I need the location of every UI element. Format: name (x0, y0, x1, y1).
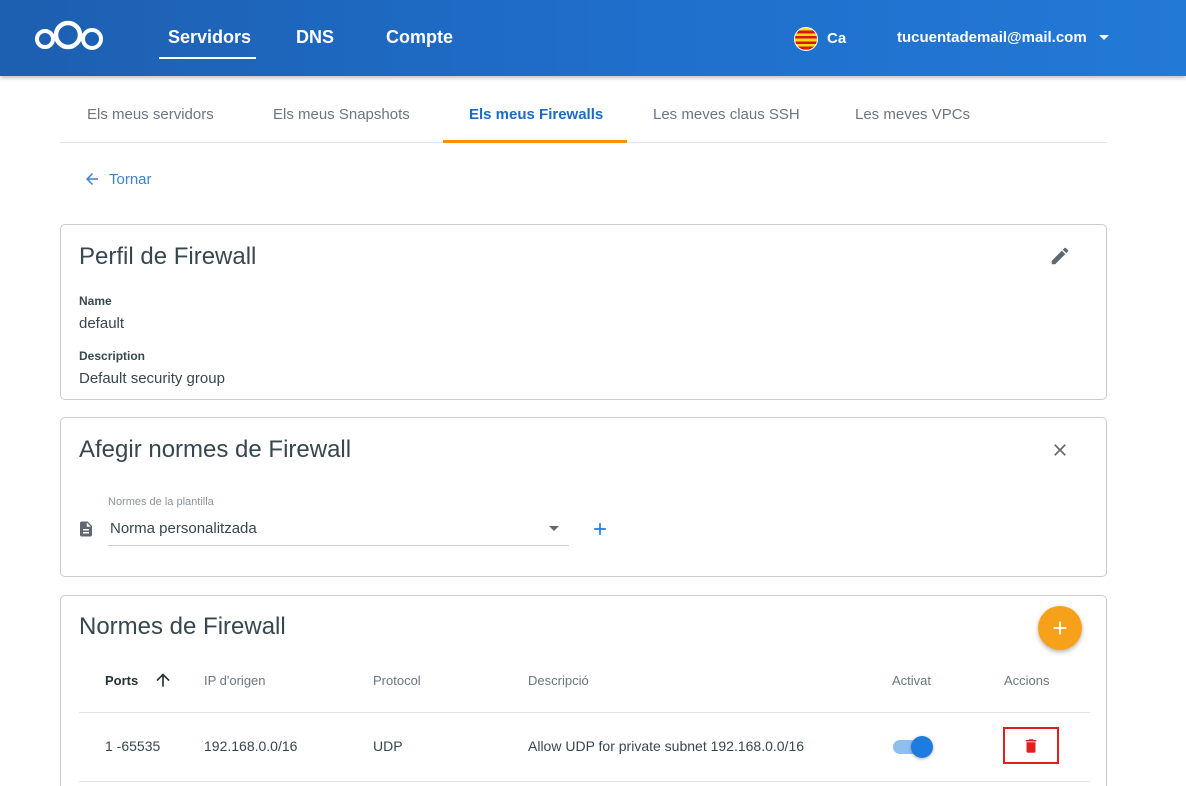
back-label: Tornar (109, 170, 152, 188)
user-menu[interactable]: tucuentademail@mail.com (897, 29, 1087, 46)
add-rule-button[interactable] (1038, 606, 1082, 650)
toggle-knob (911, 736, 933, 758)
pencil-icon[interactable] (1049, 245, 1071, 267)
nav-servidors[interactable]: Servidors (168, 27, 251, 48)
top-navbar: Servidors DNS Compte Ca tucuentademail@m… (0, 0, 1186, 76)
rules-title: Normes de Firewall (79, 613, 286, 640)
firewall-profile-card: Perfil de Firewall Name default Descript… (60, 224, 1107, 400)
plus-icon[interactable] (590, 519, 610, 539)
cell-ports: 1 -65535 (105, 738, 161, 754)
arrow-left-icon (86, 173, 98, 185)
nextcloud-logo[interactable] (32, 17, 106, 53)
add-rules-card: Afegir normes de Firewall Normes de la p… (60, 417, 1107, 577)
description-value: Default security group (79, 370, 225, 387)
firewall-tabs: Els meus servidors Els meus Snapshots El… (60, 86, 1107, 143)
nav-compte[interactable]: Compte (386, 27, 453, 48)
column-protocol[interactable]: Protocol (373, 673, 421, 688)
tab-firewalls[interactable]: Els meus Firewalls (469, 106, 603, 123)
tab-servidors[interactable]: Els meus servidors (87, 106, 214, 123)
name-label: Name (79, 294, 112, 308)
description-label: Description (79, 349, 146, 363)
enabled-toggle[interactable] (893, 736, 933, 758)
column-ports[interactable]: Ports (105, 673, 138, 688)
delete-rule-button[interactable] (1003, 727, 1059, 764)
document-icon (80, 521, 92, 537)
cell-protocol: UDP (373, 738, 403, 754)
add-rules-title: Afegir normes de Firewall (79, 436, 352, 463)
tab-vpcs[interactable]: Les meves VPCs (855, 106, 970, 123)
nav-active-indicator (159, 57, 256, 59)
column-description[interactable]: Descripció (528, 673, 589, 688)
trash-icon (1025, 738, 1037, 753)
close-icon[interactable] (1050, 440, 1070, 460)
tab-snapshots[interactable]: Els meus Snapshots (273, 106, 410, 123)
name-value: default (79, 315, 125, 332)
cell-source-ip: 192.168.0.0/16 (204, 738, 298, 754)
firewall-rules-card: Normes de Firewall Ports IP d'origen Pro… (60, 595, 1107, 786)
nav-dns[interactable]: DNS (296, 27, 334, 48)
cell-description: Allow UDP for private subnet 192.168.0.0… (528, 738, 805, 754)
column-source-ip[interactable]: IP d'origen (204, 673, 266, 688)
tab-ssh-keys[interactable]: Les meves claus SSH (653, 106, 800, 123)
back-link[interactable]: Tornar (83, 170, 152, 188)
template-value: Norma personalitzada (110, 520, 257, 537)
plus-icon (1053, 621, 1067, 635)
template-select[interactable]: Norma personalitzada (108, 516, 569, 546)
template-label: Normes de la plantilla (108, 496, 214, 508)
chevron-down-icon (549, 526, 559, 531)
arrow-up-icon[interactable] (153, 670, 173, 690)
column-actions: Accions (1004, 673, 1050, 688)
catalan-flag-icon[interactable] (794, 27, 818, 51)
table-row-divider (79, 781, 1090, 782)
active-tab-indicator (443, 140, 627, 143)
column-enabled[interactable]: Activat (892, 673, 931, 688)
table-header-divider (79, 712, 1090, 713)
language-selector[interactable]: Ca (827, 30, 846, 47)
chevron-down-icon[interactable] (1099, 35, 1109, 40)
profile-title: Perfil de Firewall (79, 243, 257, 270)
